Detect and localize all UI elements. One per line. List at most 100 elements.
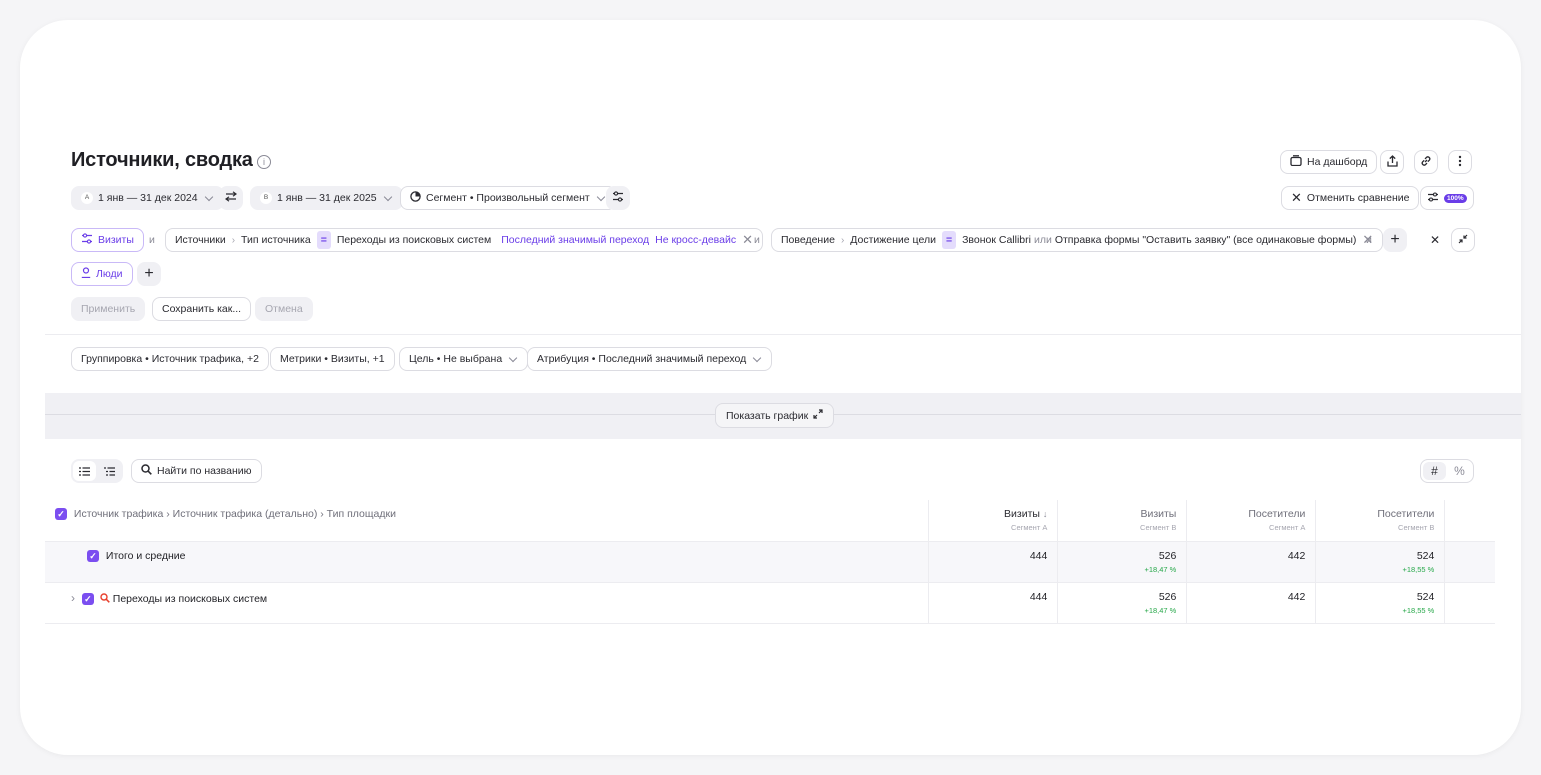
people-filter-chip[interactable]: Люди <box>71 262 133 286</box>
dimension-header[interactable]: ✓ Источник трафика › Источник трафика (д… <box>45 500 929 542</box>
cancel-button[interactable]: Отмена <box>255 297 313 321</box>
total-visitors-b: 524 +18,55 % <box>1315 541 1445 583</box>
visits-filter-label: Визиты <box>98 234 134 246</box>
select-all-checkbox[interactable]: ✓ <box>55 508 67 520</box>
column-header-visits-b[interactable]: Визиты Сегмент B <box>1057 500 1187 542</box>
swap-periods-button[interactable] <box>219 186 243 210</box>
condition-part2: Тип источника <box>241 234 311 246</box>
column-header-visitors-b[interactable]: Посетители Сегмент B <box>1315 500 1445 542</box>
date-range-a-label: 1 янв — 31 дек 2024 <box>98 192 198 204</box>
column-header-visits-a[interactable]: Визиты ↓ Сегмент A <box>928 500 1058 542</box>
cancel-compare-label: Отменить сравнение <box>1306 192 1410 204</box>
visits-filter-chip[interactable]: Визиты <box>71 228 144 252</box>
column-name: Посетители <box>1248 508 1306 520</box>
condition-part2: Достижение цели <box>850 234 936 246</box>
sliders-icon <box>1427 191 1439 205</box>
show-graph-label: Показать график <box>726 409 809 422</box>
condition-value1: Звонок Callibri <box>962 234 1031 246</box>
view-mode-toggle[interactable] <box>71 459 123 483</box>
column-header-visitors-a[interactable]: Посетители Сегмент A <box>1186 500 1316 542</box>
equals-operator[interactable]: = <box>941 231 957 249</box>
column-segment: Сегмент A <box>1011 523 1048 532</box>
total-visits-a: 444 <box>928 541 1058 583</box>
row-visitors-b: 524 +18,55 % <box>1315 582 1445 624</box>
remove-condition-icon[interactable]: ✕ <box>742 232 753 248</box>
equals-operator[interactable]: = <box>316 231 331 249</box>
row-label-cell[interactable]: › ✓ Переходы из поисковых систем <box>45 582 929 624</box>
segment-select-label: Сегмент • Произвольный сегмент <box>426 192 590 204</box>
filter-condition-goal[interactable]: Поведение › Достижение цели = Звонок Cal… <box>771 228 1384 252</box>
export-button[interactable] <box>1380 150 1404 174</box>
apply-button[interactable]: Применить <box>71 297 146 321</box>
format-toggle[interactable]: # % <box>1420 459 1474 483</box>
compare-icon <box>612 191 624 205</box>
search-engine-icon <box>100 592 113 606</box>
info-icon[interactable]: i <box>257 155 271 169</box>
format-pct-option[interactable]: % <box>1448 462 1471 480</box>
value: 526 <box>1158 590 1177 603</box>
table-spacer <box>1444 541 1495 583</box>
row-visits-a: 444 <box>928 582 1058 624</box>
row-label: Переходы из поисковых систем <box>112 592 268 605</box>
chevron-down-icon <box>383 192 392 201</box>
or-connector: или <box>1033 234 1052 246</box>
save-as-button[interactable]: Сохранить как... <box>152 297 252 321</box>
graph-bar: Показать график <box>45 393 1521 439</box>
attribution-select[interactable]: Атрибуция • Последний значимый переход <box>527 347 773 371</box>
collapse-icon <box>1458 233 1468 247</box>
report-table: ✓ Источник трафика › Источник трафика (д… <box>45 500 1495 624</box>
pie-icon <box>410 191 421 205</box>
more-menu-button[interactable] <box>1448 150 1472 174</box>
value: 524 <box>1416 590 1435 603</box>
format-abs-option[interactable]: # <box>1423 462 1446 480</box>
more-vertical-icon <box>1458 155 1462 170</box>
column-segment: Сегмент A <box>1269 523 1306 532</box>
clear-filters-button[interactable]: ✕ <box>1423 228 1447 252</box>
condition-attribution[interactable]: Последний значимый переход <box>501 234 649 246</box>
cancel-compare-button[interactable]: ✕ Отменить сравнение <box>1281 186 1420 210</box>
condition-value: Переходы из поисковых систем <box>336 234 492 246</box>
goal-select[interactable]: Цель • Не выбрана <box>399 347 529 371</box>
copy-link-button[interactable] <box>1414 150 1438 174</box>
tree-view-icon[interactable] <box>98 461 121 481</box>
segment-compare-button[interactable] <box>606 186 630 210</box>
chevron-right-icon: › <box>840 234 845 246</box>
total-label-cell: ✓ Итого и средние <box>45 541 929 583</box>
add-people-filter-button[interactable]: + <box>137 262 161 286</box>
date-range-b[interactable]: B 1 янв — 31 дек 2025 <box>250 186 403 210</box>
list-view-icon[interactable] <box>73 461 96 481</box>
delta: +18,55 % <box>1402 564 1435 574</box>
chevron-down-icon <box>508 353 518 362</box>
search-by-name-button[interactable]: Найти по названию <box>131 459 262 483</box>
grouping-select[interactable]: Группировка • Источник трафика, +2 <box>71 347 269 371</box>
and-connector: и <box>149 234 155 246</box>
row-checkbox[interactable]: ✓ <box>87 549 99 562</box>
people-filter-label: Люди <box>96 268 123 280</box>
condition-part1: Поведение <box>781 234 835 246</box>
person-icon <box>81 267 91 281</box>
sampling-button[interactable]: 100% <box>1420 186 1474 210</box>
expand-chevron-icon[interactable]: › <box>71 591 75 605</box>
table-header-row: ✓ Источник трафика › Источник трафика (д… <box>45 500 1495 542</box>
collapse-filters-button[interactable] <box>1451 228 1475 252</box>
total-visitors-a: 442 <box>1186 541 1316 583</box>
show-graph-button[interactable]: Показать график <box>715 403 835 428</box>
table-row[interactable]: › ✓ Переходы из поисковых систем 444 526… <box>45 582 1495 624</box>
condition-value2: Отправка формы "Оставить заявку" (все од… <box>1054 234 1357 246</box>
column-name: Визиты <box>1004 508 1040 520</box>
add-condition-button[interactable]: + <box>1383 228 1407 252</box>
filter-condition-source[interactable]: Источники › Тип источника = Переходы из … <box>165 228 764 252</box>
condition-part1: Источники <box>175 234 226 246</box>
chevron-down-icon <box>596 192 605 201</box>
value: 444 <box>1029 549 1048 562</box>
metrics-select[interactable]: Метрики • Визиты, +1 <box>270 347 395 371</box>
condition-cross-device[interactable]: Не кросс-девайс <box>655 234 736 246</box>
segment-select[interactable]: Сегмент • Произвольный сегмент <box>400 186 616 210</box>
and-connector: и <box>1366 234 1372 246</box>
save-as-label: Сохранить как... <box>162 303 242 315</box>
row-checkbox[interactable]: ✓ <box>81 592 94 605</box>
goal-label: Цель • Не выбрана <box>409 353 503 365</box>
add-to-dashboard-button[interactable]: На дашборд <box>1280 150 1378 174</box>
divider <box>45 334 1521 335</box>
date-range-a[interactable]: A 1 янв — 31 дек 2024 <box>71 186 224 210</box>
